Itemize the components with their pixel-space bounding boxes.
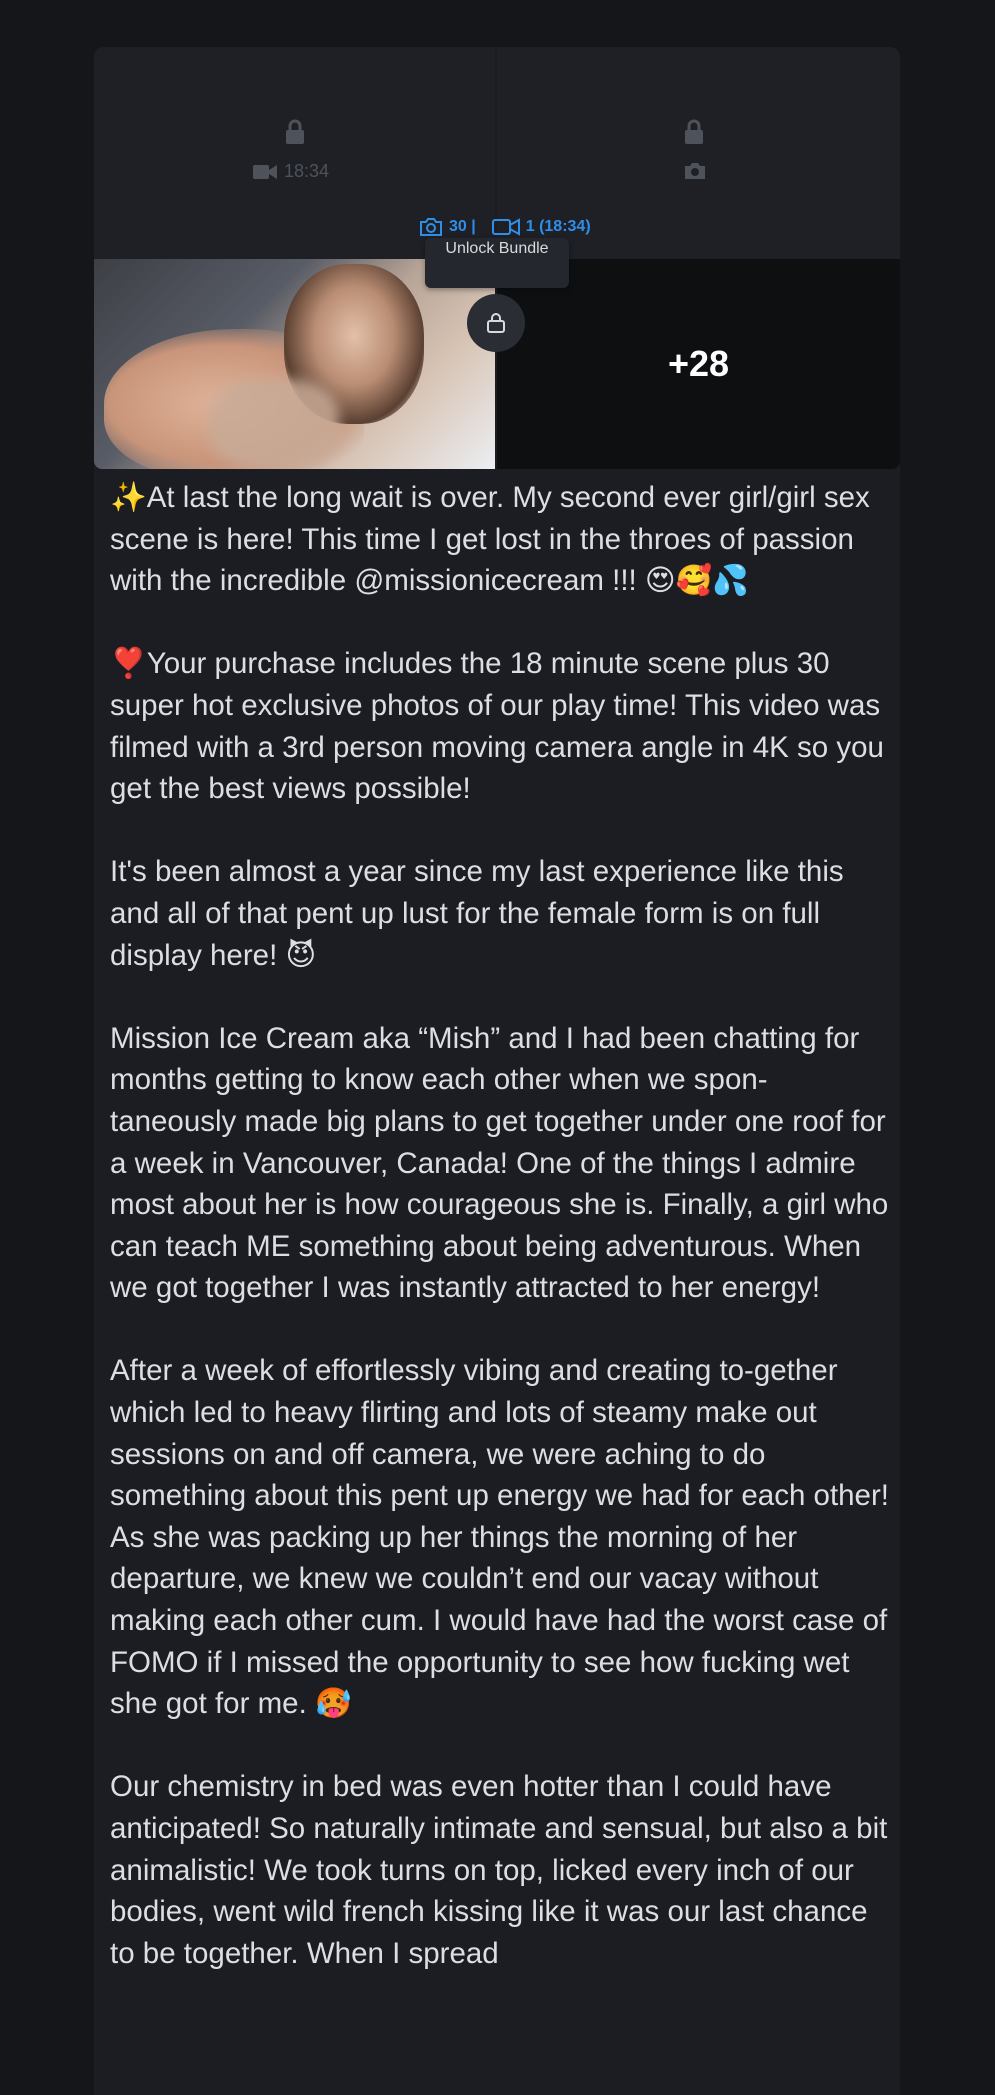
video-camera-icon [491,218,520,236]
preview-image-blur [209,379,339,469]
locked-media-row: 18:34 30 | 1 (18:34) [94,47,900,259]
media-preview-row: +28 [94,259,900,469]
bundle-video-count: 1 (18:34) [525,218,591,235]
post-card: 18:34 30 | 1 (18:34) Unlock Bundle +28 ✨… [94,47,900,2095]
caption-paragraph: It's been almost a year since my last ex… [110,855,844,972]
video-camera-icon [253,164,277,179]
preview-image[interactable] [94,259,495,469]
caption-paragraph: Our chemistry in bed was even hotter tha… [110,1770,888,1970]
caption-paragraph: ❣️Your purchase includes the 18 minute s… [110,647,884,806]
video-duration-text: 18:34 [284,161,330,181]
post-caption: ✨At last the long wait is over. My secon… [110,477,890,2016]
unlock-bundle-button[interactable] [467,294,525,352]
tooltip-text: Unlock Bundle [445,240,549,257]
unlock-bundle-tooltip: Unlock Bundle [425,238,569,288]
more-media-count: +28 [667,343,730,384]
lock-icon [286,119,304,144]
photo-camera-icon [685,163,705,179]
caption-paragraph: Mission Ice Cream aka “Mish” and I had b… [110,1021,889,1305]
more-media-tile[interactable]: +28 [497,259,900,469]
photo-camera-icon [420,218,442,236]
caption-paragraph: After a week of effortlessly vibing and … [110,1354,889,1721]
bundle-photo-count: 30 | [449,218,476,235]
video-duration: 18:34 [252,161,329,182]
lock-icon [685,119,703,144]
caption-paragraph: ✨At last the long wait is over. My secon… [110,481,870,598]
bundle-info[interactable]: 30 | 1 (18:34) [419,217,591,237]
lock-icon [487,313,505,333]
